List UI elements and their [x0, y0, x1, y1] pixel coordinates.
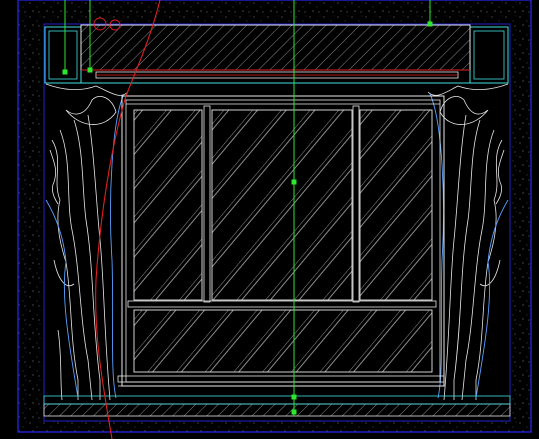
upper-pane-right — [359, 109, 433, 301]
cad-elevation-drawing — [17, 0, 532, 439]
upper-pane-left — [133, 109, 203, 301]
window-with-glazed-panes — [117, 95, 445, 387]
upper-pane-center — [211, 109, 353, 301]
lower-pane — [133, 309, 433, 373]
right-wall-column — [469, 26, 509, 84]
left-wall-column — [44, 26, 82, 84]
